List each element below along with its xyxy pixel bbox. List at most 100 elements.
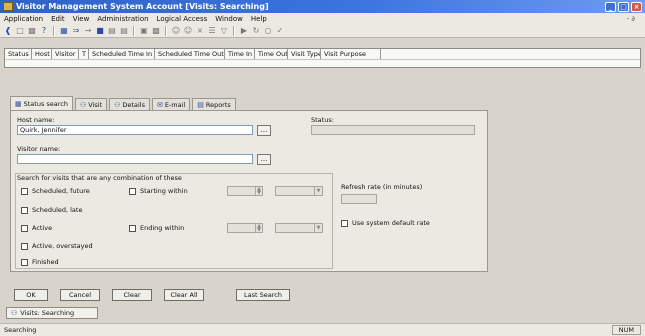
- visitor-browse-button[interactable]: ...: [257, 154, 271, 165]
- active-checkbox[interactable]: Active: [21, 224, 52, 232]
- document-tab-visits-searching[interactable]: ⚇ Visits: Searching: [6, 307, 98, 319]
- tab-label: Status search: [23, 99, 68, 108]
- host-browse-button[interactable]: ...: [257, 125, 271, 136]
- tab-status-search[interactable]: ▦ Status search: [10, 96, 73, 110]
- user-add-icon[interactable]: ☺: [171, 26, 181, 36]
- calendar-icon[interactable]: ▣: [139, 26, 149, 36]
- checkbox-box[interactable]: [21, 224, 28, 232]
- starting-within-spinner[interactable]: ▲ ▼: [227, 186, 263, 196]
- tab-visit[interactable]: ⚇ Visit: [75, 98, 108, 110]
- column-header-visit-type[interactable]: Visit Type: [288, 49, 321, 59]
- column-header-t[interactable]: T: [79, 49, 89, 59]
- delete-icon[interactable]: ×: [195, 26, 205, 36]
- checkbox-label: Active, overstayed: [32, 242, 93, 250]
- tool-icon[interactable]: ▶: [239, 26, 249, 36]
- host-name-input[interactable]: Quirk, Jennifer: [17, 125, 253, 135]
- checkbox-box[interactable]: [21, 242, 28, 250]
- tab-details[interactable]: ⚇ Details: [109, 98, 150, 110]
- user-remove-icon[interactable]: ☺: [183, 26, 193, 36]
- menu-view[interactable]: View: [69, 15, 94, 23]
- column-header-visitor[interactable]: Visitor: [52, 49, 79, 59]
- checkbox-box[interactable]: [341, 219, 348, 227]
- new-icon[interactable]: □: [15, 26, 25, 36]
- forward-icon[interactable]: ⇒: [71, 26, 81, 36]
- scheduled-future-checkbox[interactable]: Scheduled, future: [21, 187, 90, 195]
- tab-label: E-mail: [164, 100, 186, 109]
- find-icon[interactable]: ○: [263, 26, 273, 36]
- refresh-icon[interactable]: ↻: [251, 26, 261, 36]
- grid-icon[interactable]: ▦: [59, 26, 69, 36]
- checkbox-box[interactable]: [129, 224, 136, 232]
- menu-edit[interactable]: Edit: [47, 15, 69, 23]
- clear-button[interactable]: Clear: [112, 289, 152, 301]
- column-header-time-in[interactable]: Time In: [225, 49, 255, 59]
- printer-icon[interactable]: ▩: [151, 26, 161, 36]
- tab-reports[interactable]: ▤ Reports: [192, 98, 236, 110]
- visits-grid: Status Host Visitor T Scheduled Time In …: [4, 48, 641, 68]
- starting-within-unit-dropdown[interactable]: ▼: [275, 186, 323, 196]
- back-icon[interactable]: ❰: [3, 26, 13, 36]
- column-header-scheduled-time-in[interactable]: Scheduled Time In: [89, 49, 155, 59]
- search-group-label: Search for visits that are any combinati…: [17, 174, 182, 182]
- scheduled-late-checkbox[interactable]: Scheduled, late: [21, 206, 82, 214]
- use-system-default-rate-checkbox[interactable]: Use system default rate: [341, 219, 430, 227]
- ending-within-checkbox[interactable]: Ending within: [129, 224, 184, 232]
- ok-button[interactable]: OK: [14, 289, 48, 301]
- active-overstayed-checkbox[interactable]: Active, overstayed: [21, 242, 93, 250]
- tab-label: Visit: [88, 100, 103, 109]
- toolbar: ❰ □ ▩ ? ▦ ⇒ → ■ ▤ ▤ ▣ ▩ ☺ ☺ × ☰ ▽ ▶ ↻ ○ …: [0, 24, 645, 38]
- status-field: [311, 125, 475, 135]
- help-icon[interactable]: ?: [39, 26, 49, 36]
- maximize-button[interactable]: □: [618, 1, 629, 12]
- finished-checkbox[interactable]: Finished: [21, 258, 59, 266]
- cancel-button[interactable]: Cancel: [60, 289, 100, 301]
- ending-within-spinner[interactable]: ▲ ▼: [227, 223, 263, 233]
- spinner-arrows-icon[interactable]: ▲ ▼: [255, 187, 262, 196]
- spinner-arrows-icon[interactable]: ▲ ▼: [255, 224, 262, 233]
- chevron-down-icon[interactable]: ▼: [314, 187, 322, 195]
- status-bar: Searching NUM: [0, 323, 645, 336]
- checkbox-label: Finished: [32, 258, 59, 266]
- toolbar-separator: [133, 25, 135, 36]
- visitor-name-input[interactable]: [17, 154, 253, 164]
- card-icon[interactable]: ▤: [107, 26, 117, 36]
- column-header-host[interactable]: Host: [32, 49, 52, 59]
- menu-administration[interactable]: Administration: [93, 15, 152, 23]
- clear-all-button[interactable]: Clear All: [164, 289, 204, 301]
- menu-window[interactable]: Window: [211, 15, 247, 23]
- menu-logical-access[interactable]: Logical Access: [153, 15, 212, 23]
- checkbox-box[interactable]: [21, 258, 28, 266]
- column-header-scheduled-time-out[interactable]: Scheduled Time Out: [155, 49, 225, 59]
- window-title: Visitor Management System Account [Visit…: [16, 2, 269, 11]
- num-lock-indicator: NUM: [611, 325, 641, 335]
- checkbox-box[interactable]: [21, 187, 28, 195]
- last-search-button[interactable]: Last Search: [236, 289, 290, 301]
- checkbox-label: Scheduled, late: [32, 206, 83, 214]
- column-header-status[interactable]: Status: [5, 49, 32, 59]
- arrow-icon[interactable]: →: [83, 26, 93, 36]
- chevron-down-icon[interactable]: ▼: [314, 224, 322, 232]
- column-header-time-out[interactable]: Time Out: [255, 49, 288, 59]
- report-icon: ▤: [197, 100, 204, 109]
- status-label: Status:: [311, 116, 334, 124]
- title-bar: Visitor Management System Account [Visit…: [0, 0, 645, 13]
- menu-help[interactable]: Help: [247, 15, 271, 23]
- check-icon[interactable]: ✓: [275, 26, 285, 36]
- ending-within-unit-dropdown[interactable]: ▼: [275, 223, 323, 233]
- filter-icon[interactable]: ▽: [219, 26, 229, 36]
- column-header-visit-purpose[interactable]: Visit Purpose: [321, 49, 381, 59]
- person-icon[interactable]: ■: [95, 26, 105, 36]
- list-icon[interactable]: ☰: [207, 26, 217, 36]
- starting-within-checkbox[interactable]: Starting within: [129, 187, 188, 195]
- card2-icon[interactable]: ▤: [119, 26, 129, 36]
- refresh-rate-input[interactable]: [341, 194, 377, 204]
- checkbox-box[interactable]: [129, 187, 136, 195]
- print-icon[interactable]: ▩: [27, 26, 37, 36]
- tab-email[interactable]: ✉ E-mail: [151, 98, 191, 110]
- minimize-button[interactable]: _: [605, 1, 616, 12]
- mdi-controls[interactable]: - ∂: [623, 15, 639, 23]
- menu-application[interactable]: Application: [0, 15, 47, 23]
- app-icon: [3, 2, 13, 11]
- checkbox-box[interactable]: [21, 206, 28, 214]
- close-button[interactable]: ×: [631, 1, 642, 12]
